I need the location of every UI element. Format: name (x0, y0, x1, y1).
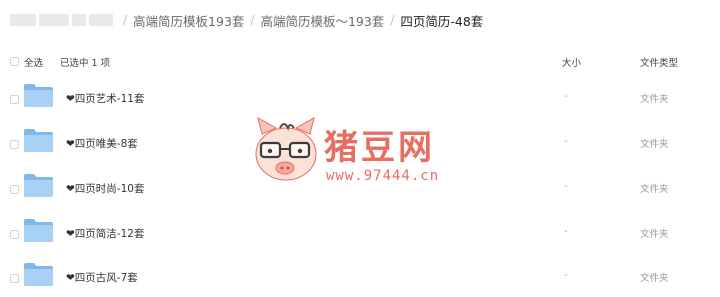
row-checkbox[interactable] (10, 274, 19, 283)
row-checkbox[interactable] (10, 185, 19, 194)
file-size: - (564, 270, 568, 281)
folder-icon (24, 84, 53, 107)
breadcrumb-separator: / (123, 13, 128, 27)
file-type: 文件夹 (640, 184, 669, 195)
file-size: - (564, 91, 568, 102)
breadcrumb-link-2[interactable]: 高端简历模板～193套 (260, 11, 384, 30)
file-type: 文件夹 (640, 229, 669, 240)
list-item[interactable]: ❤四页艺术-11套 - 文件夹 (0, 80, 720, 120)
folder-name[interactable]: ❤四页时尚-10套 (66, 181, 144, 196)
list-item[interactable]: ❤四页简洁-12套 - 文件夹 (0, 215, 720, 255)
selection-count: 已选中 1 项 (60, 58, 111, 69)
folder-name[interactable]: ❤四页古风-7套 (66, 270, 138, 285)
list-item[interactable]: ❤四页时尚-10套 - 文件夹 (0, 170, 720, 210)
breadcrumb-link-1[interactable]: 高端简历模板193套 (133, 11, 244, 30)
row-checkbox[interactable] (10, 230, 19, 239)
breadcrumb-current: 四页简历-48套 (400, 13, 484, 29)
column-header-size[interactable]: 大小 (562, 55, 581, 69)
breadcrumb: / 高端简历模板193套 / 高端简历模板～193套 / 四页简历-48套 (0, 8, 483, 32)
folder-icon (24, 219, 53, 242)
folder-icon (24, 174, 53, 197)
blurred-breadcrumb-path (10, 14, 113, 26)
column-header-type[interactable]: 文件类型 (640, 55, 678, 69)
folder-name[interactable]: ❤四页艺术-11套 (66, 91, 144, 106)
file-type: 文件夹 (640, 139, 669, 150)
file-size: - (564, 181, 568, 192)
list-item[interactable]: ❤四页古风-7套 - 文件夹 (0, 259, 720, 297)
file-size: - (564, 136, 568, 147)
folder-icon (24, 129, 53, 152)
row-checkbox[interactable] (10, 95, 19, 104)
file-type: 文件夹 (640, 273, 669, 284)
file-size: - (564, 226, 568, 237)
folder-name[interactable]: ❤四页简洁-12套 (66, 226, 144, 241)
select-all-label[interactable]: 全选 (24, 55, 43, 69)
folder-name[interactable]: ❤四页唯美-8套 (66, 136, 138, 151)
row-checkbox[interactable] (10, 140, 19, 149)
select-all-checkbox[interactable] (10, 57, 19, 66)
breadcrumb-separator: / (250, 13, 255, 27)
list-item[interactable]: ❤四页唯美-8套 - 文件夹 (0, 125, 720, 165)
folder-icon (24, 263, 53, 286)
file-type: 文件夹 (640, 94, 669, 105)
breadcrumb-separator: / (390, 13, 395, 27)
list-header: 全选 已选中 1 项 大小 文件类型 (0, 52, 720, 70)
